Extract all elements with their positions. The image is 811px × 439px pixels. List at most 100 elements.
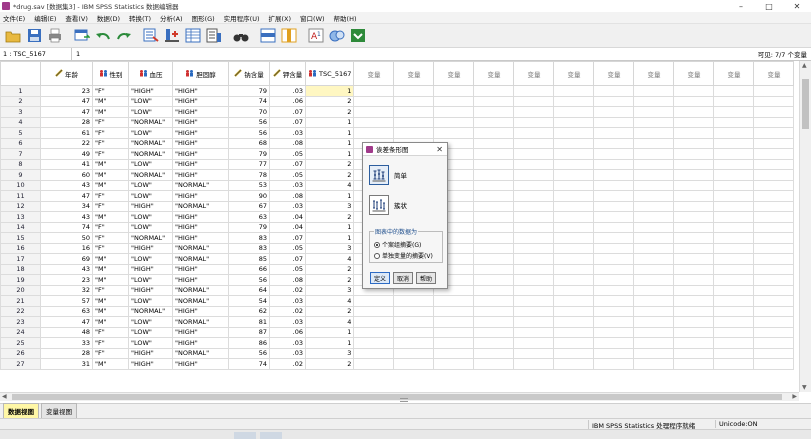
data-cell[interactable]: 74 xyxy=(228,358,270,370)
empty-cell[interactable] xyxy=(473,116,515,128)
data-cell[interactable]: "M" xyxy=(92,358,129,370)
empty-cell[interactable] xyxy=(353,337,395,349)
vertical-scrollbar[interactable]: ▲ ▼ xyxy=(799,61,811,392)
empty-cell[interactable] xyxy=(633,326,675,338)
run-descriptives-icon[interactable] xyxy=(205,27,223,45)
scroll-right-icon[interactable]: ▶ xyxy=(792,393,797,400)
empty-cell[interactable] xyxy=(513,326,555,338)
row-header[interactable]: 22 xyxy=(0,305,41,317)
empty-cell[interactable] xyxy=(713,316,755,328)
empty-cell[interactable] xyxy=(753,232,795,244)
data-cell[interactable]: 2 xyxy=(304,158,355,170)
empty-column-header[interactable]: 变量 xyxy=(713,61,755,86)
empty-cell[interactable] xyxy=(753,347,795,359)
empty-cell[interactable] xyxy=(633,232,675,244)
empty-cell[interactable] xyxy=(753,211,795,223)
data-cell[interactable]: 86 xyxy=(228,337,270,349)
row-header[interactable]: 18 xyxy=(0,263,41,275)
data-cell[interactable]: "M" xyxy=(92,106,129,118)
empty-cell[interactable] xyxy=(393,106,435,118)
data-cell[interactable]: 33 xyxy=(40,337,93,349)
data-cell[interactable]: 3 xyxy=(304,347,355,359)
empty-cell[interactable] xyxy=(473,221,515,233)
empty-cell[interactable] xyxy=(353,295,395,307)
undo-icon[interactable] xyxy=(94,27,112,45)
empty-cell[interactable] xyxy=(353,316,395,328)
empty-cell[interactable] xyxy=(753,169,795,181)
empty-cell[interactable] xyxy=(713,211,755,223)
data-cell[interactable]: "F" xyxy=(92,200,129,212)
data-cell[interactable]: .03 xyxy=(269,316,306,328)
data-cell[interactable]: "NORMAL" xyxy=(172,316,229,328)
empty-cell[interactable] xyxy=(473,242,515,254)
empty-cell[interactable] xyxy=(593,347,635,359)
option-simple[interactable]: 简单 xyxy=(369,165,407,185)
empty-cell[interactable] xyxy=(713,179,755,191)
data-cell[interactable]: 34 xyxy=(40,200,93,212)
empty-cell[interactable] xyxy=(553,137,595,149)
data-cell[interactable]: 22 xyxy=(40,137,93,149)
data-cell[interactable]: "NORMAL" xyxy=(172,295,229,307)
data-cell[interactable]: "M" xyxy=(92,253,129,265)
empty-column-header[interactable]: 变量 xyxy=(513,61,555,86)
empty-column-header[interactable]: 变量 xyxy=(753,61,795,86)
data-cell[interactable]: .04 xyxy=(269,211,306,223)
data-cell[interactable]: 79 xyxy=(228,148,270,160)
insert-variable-icon[interactable] xyxy=(280,27,298,45)
data-cell[interactable]: "HIGH" xyxy=(128,358,173,370)
empty-cell[interactable] xyxy=(593,137,635,149)
data-cell[interactable]: "M" xyxy=(92,274,129,286)
empty-cell[interactable] xyxy=(553,295,595,307)
empty-cell[interactable] xyxy=(353,326,395,338)
taskbar-app-tile[interactable] xyxy=(234,432,256,439)
empty-cell[interactable] xyxy=(753,85,795,97)
empty-cell[interactable] xyxy=(433,358,475,370)
data-cell[interactable]: .02 xyxy=(269,358,306,370)
cancel-button[interactable]: 取消 xyxy=(393,272,413,284)
data-cell[interactable]: "NORMAL" xyxy=(128,116,173,128)
empty-column-header[interactable]: 变量 xyxy=(553,61,595,86)
empty-cell[interactable] xyxy=(753,295,795,307)
empty-cell[interactable] xyxy=(713,95,755,107)
data-cell[interactable]: .07 xyxy=(269,253,306,265)
empty-cell[interactable] xyxy=(673,95,715,107)
data-cell[interactable]: "HIGH" xyxy=(172,326,229,338)
empty-cell[interactable] xyxy=(513,295,555,307)
empty-cell[interactable] xyxy=(753,316,795,328)
data-cell[interactable]: "F" xyxy=(92,337,129,349)
empty-cell[interactable] xyxy=(593,284,635,296)
radio-button-selected[interactable] xyxy=(374,241,380,248)
empty-cell[interactable] xyxy=(673,337,715,349)
empty-cell[interactable] xyxy=(473,179,515,191)
empty-cell[interactable] xyxy=(633,305,675,317)
data-cell[interactable]: "F" xyxy=(92,116,129,128)
data-cell[interactable]: 85 xyxy=(228,253,270,265)
empty-cell[interactable] xyxy=(633,106,675,118)
data-cell[interactable]: 56 xyxy=(228,127,270,139)
empty-cell[interactable] xyxy=(473,326,515,338)
empty-cell[interactable] xyxy=(433,127,475,139)
empty-cell[interactable] xyxy=(473,358,515,370)
data-cell[interactable]: 57 xyxy=(40,295,93,307)
row-header[interactable]: 5 xyxy=(0,127,41,139)
data-cell[interactable]: .08 xyxy=(269,274,306,286)
empty-cell[interactable] xyxy=(553,347,595,359)
data-cell[interactable]: 90 xyxy=(228,190,270,202)
row-header[interactable]: 20 xyxy=(0,284,41,296)
empty-cell[interactable] xyxy=(753,221,795,233)
data-cell[interactable]: "NORMAL" xyxy=(172,284,229,296)
empty-cell[interactable] xyxy=(513,179,555,191)
data-cell[interactable]: 77 xyxy=(228,158,270,170)
empty-cell[interactable] xyxy=(513,95,555,107)
row-header[interactable]: 15 xyxy=(0,232,41,244)
radio-summaries-for-groups[interactable]: 个案组摘要(G) xyxy=(374,240,421,249)
data-cell[interactable]: "F" xyxy=(92,284,129,296)
data-cell[interactable]: .04 xyxy=(269,221,306,233)
data-cell[interactable]: 2 xyxy=(304,95,355,107)
empty-cell[interactable] xyxy=(673,274,715,286)
empty-cell[interactable] xyxy=(473,232,515,244)
empty-cell[interactable] xyxy=(433,116,475,128)
empty-cell[interactable] xyxy=(393,85,435,97)
empty-cell[interactable] xyxy=(353,116,395,128)
empty-cell[interactable] xyxy=(753,337,795,349)
